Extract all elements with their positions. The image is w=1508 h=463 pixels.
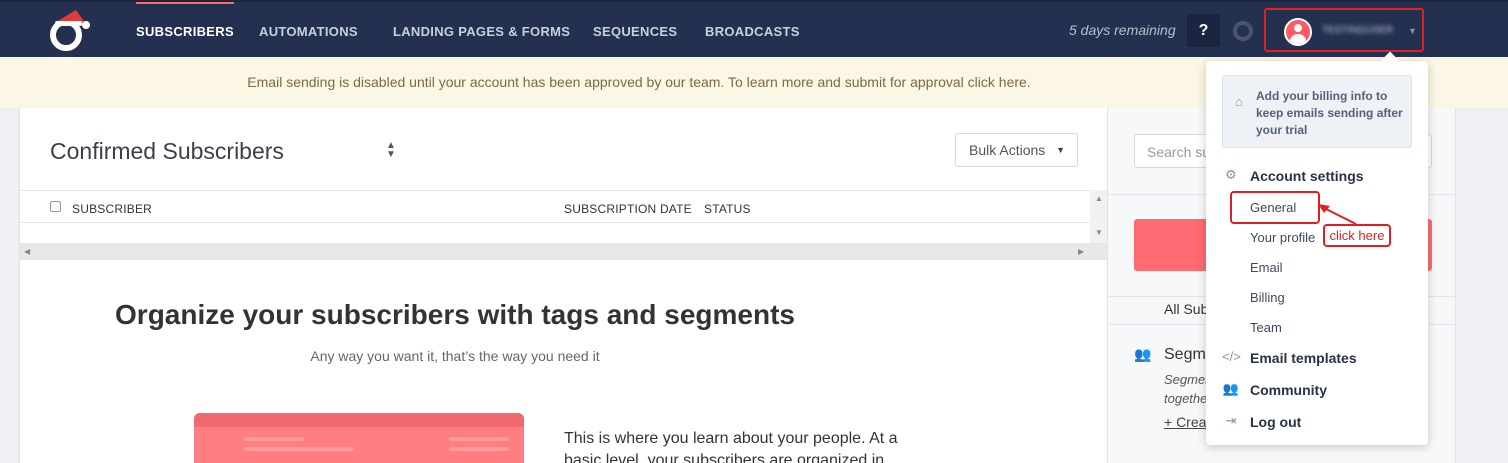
billing-notice-text: Add your billing info to keep emails sen… <box>1256 89 1403 137</box>
all-subscribers-link[interactable]: All Sub <box>1164 301 1208 317</box>
preview-image-line <box>244 447 354 451</box>
nav-sequences[interactable]: SEQUENCES <box>593 2 677 57</box>
status-ring-icon <box>1233 21 1253 41</box>
click-here-callout: click here <box>1323 224 1391 247</box>
nav-automations[interactable]: AUTOMATIONS <box>259 2 358 57</box>
nav-landing-pages-forms[interactable]: LANDING PAGES & FORMS <box>393 2 570 57</box>
column-subscriber[interactable]: SUBSCRIBER <box>72 202 152 216</box>
bulk-actions-label: Bulk Actions <box>969 142 1046 158</box>
column-status[interactable]: STATUS <box>704 202 751 216</box>
table-header: SUBSCRIBER SUBSCRIPTION DATE STATUS <box>20 190 1108 223</box>
chevron-down-icon: ▼ <box>1408 26 1417 36</box>
caret-down-icon: ▼ <box>1056 145 1065 155</box>
scroll-left-icon[interactable]: ◀ <box>24 247 30 256</box>
log-out-icon: ⇥ <box>1225 413 1237 428</box>
menu-email-templates-label: Email templates <box>1250 350 1357 366</box>
code-icon: </> <box>1222 349 1241 364</box>
scroll-right-icon[interactable]: ▶ <box>1078 247 1084 256</box>
general-highlight <box>1230 191 1320 224</box>
menu-account-settings[interactable]: ⚙ Account settings <box>1206 163 1428 189</box>
preview-image-bar <box>194 413 524 427</box>
preview-image-line <box>449 437 509 441</box>
people-icon: 👥 <box>1222 381 1240 396</box>
gear-icon: ⚙ <box>1225 167 1237 182</box>
bulk-actions-button[interactable]: Bulk Actions ▼ <box>955 133 1078 167</box>
menu-your-profile[interactable]: Your profile <box>1250 230 1315 245</box>
empty-state-title: Organize your subscribers with tags and … <box>115 299 795 330</box>
nav-broadcasts[interactable]: BROADCASTS <box>705 2 800 57</box>
menu-team[interactable]: Team <box>1250 320 1282 335</box>
billing-notice[interactable]: ⌂ Add your billing info to keep emails s… <box>1222 75 1412 148</box>
account-dropdown: ⌂ Add your billing info to keep emails s… <box>1206 61 1428 445</box>
help-button[interactable]: ? <box>1187 14 1220 47</box>
account-menu-button[interactable]: TESTINGUSER ▼ <box>1264 8 1424 52</box>
avatar <box>1284 18 1312 46</box>
segments-icon: 👥 <box>1134 346 1152 362</box>
tag-icon: ⌂ <box>1235 94 1243 109</box>
trial-remaining[interactable]: 5 days remaining <box>1069 22 1176 38</box>
preview-image <box>194 413 524 463</box>
menu-community[interactable]: 👥 Community <box>1206 377 1428 403</box>
subscribers-panel: Confirmed Subscribers ▲ ▼ Bulk Actions ▼ … <box>19 108 1108 463</box>
menu-community-label: Community <box>1250 382 1327 398</box>
scroll-up-icon[interactable]: ▲ <box>1095 194 1103 203</box>
preview-image-line <box>244 437 304 441</box>
menu-email[interactable]: Email <box>1250 260 1283 275</box>
select-all-checkbox[interactable] <box>50 201 61 212</box>
horizontal-scrollbar[interactable]: ◀ ▶ <box>20 243 1108 260</box>
nav-subscribers[interactable]: SUBSCRIBERS <box>136 2 234 57</box>
segments-description: togethe <box>1164 391 1208 406</box>
menu-account-settings-label: Account settings <box>1250 168 1364 184</box>
scroll-down-icon[interactable]: ▼ <box>1095 228 1103 237</box>
learn-text: This is where you learn about your peopl… <box>564 430 898 463</box>
page-title[interactable]: Confirmed Subscribers <box>50 138 284 165</box>
approval-banner-text[interactable]: Email sending is disabled until your acc… <box>247 74 1030 90</box>
empty-state-subtitle: Any way you want it, that’s the way you … <box>310 348 600 364</box>
sort-icon[interactable]: ▲ ▼ <box>386 141 396 160</box>
preview-image-line <box>449 447 509 451</box>
create-segment-link[interactable]: + Creat <box>1164 414 1210 430</box>
menu-billing[interactable]: Billing <box>1250 290 1285 305</box>
account-name: TESTINGUSER <box>1322 25 1394 36</box>
logo-icon[interactable] <box>46 8 92 52</box>
menu-log-out[interactable]: ⇥ Log out <box>1206 409 1428 435</box>
menu-log-out-label: Log out <box>1250 414 1302 430</box>
column-subscription-date[interactable]: SUBSCRIPTION DATE <box>564 202 692 216</box>
top-navbar: SUBSCRIBERS AUTOMATIONS LANDING PAGES & … <box>0 0 1508 57</box>
menu-email-templates[interactable]: </> Email templates <box>1206 345 1428 371</box>
vertical-scrollbar[interactable]: ▲ ▼ <box>1090 190 1108 243</box>
